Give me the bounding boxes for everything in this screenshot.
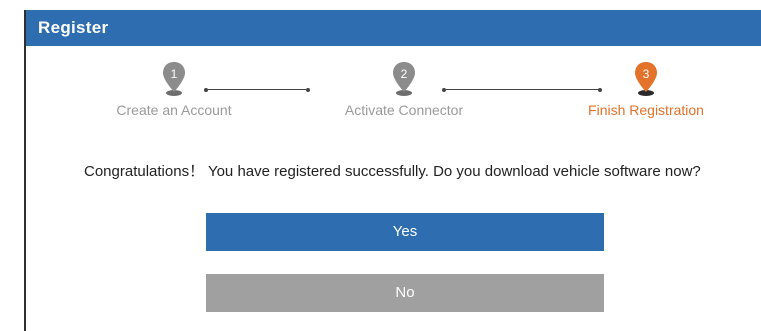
dialog-title: Register: [26, 10, 761, 46]
step-number: 3: [643, 67, 650, 81]
location-pin-icon: 3: [635, 62, 657, 96]
step-create-account: 1 Create an Account: [104, 60, 244, 130]
location-pin-icon: 2: [393, 62, 415, 96]
step-connector: [204, 88, 310, 92]
no-button[interactable]: No: [206, 274, 604, 312]
step-label: Activate Connector: [344, 102, 464, 118]
success-message: Congratulations！ You have registered suc…: [84, 163, 701, 180]
yes-button[interactable]: Yes: [206, 213, 604, 251]
step-finish-registration: 3 Finish Registration: [576, 60, 716, 130]
step-label: Finish Registration: [588, 102, 704, 118]
register-dialog: Register 1 Create an Account 2 Activate …: [24, 10, 761, 331]
step-number: 1: [171, 67, 178, 81]
step-label: Create an Account: [116, 102, 232, 118]
step-activate-connector: 2 Activate Connector: [334, 60, 474, 130]
location-pin-icon: 1: [163, 62, 185, 96]
step-number: 2: [401, 67, 408, 81]
